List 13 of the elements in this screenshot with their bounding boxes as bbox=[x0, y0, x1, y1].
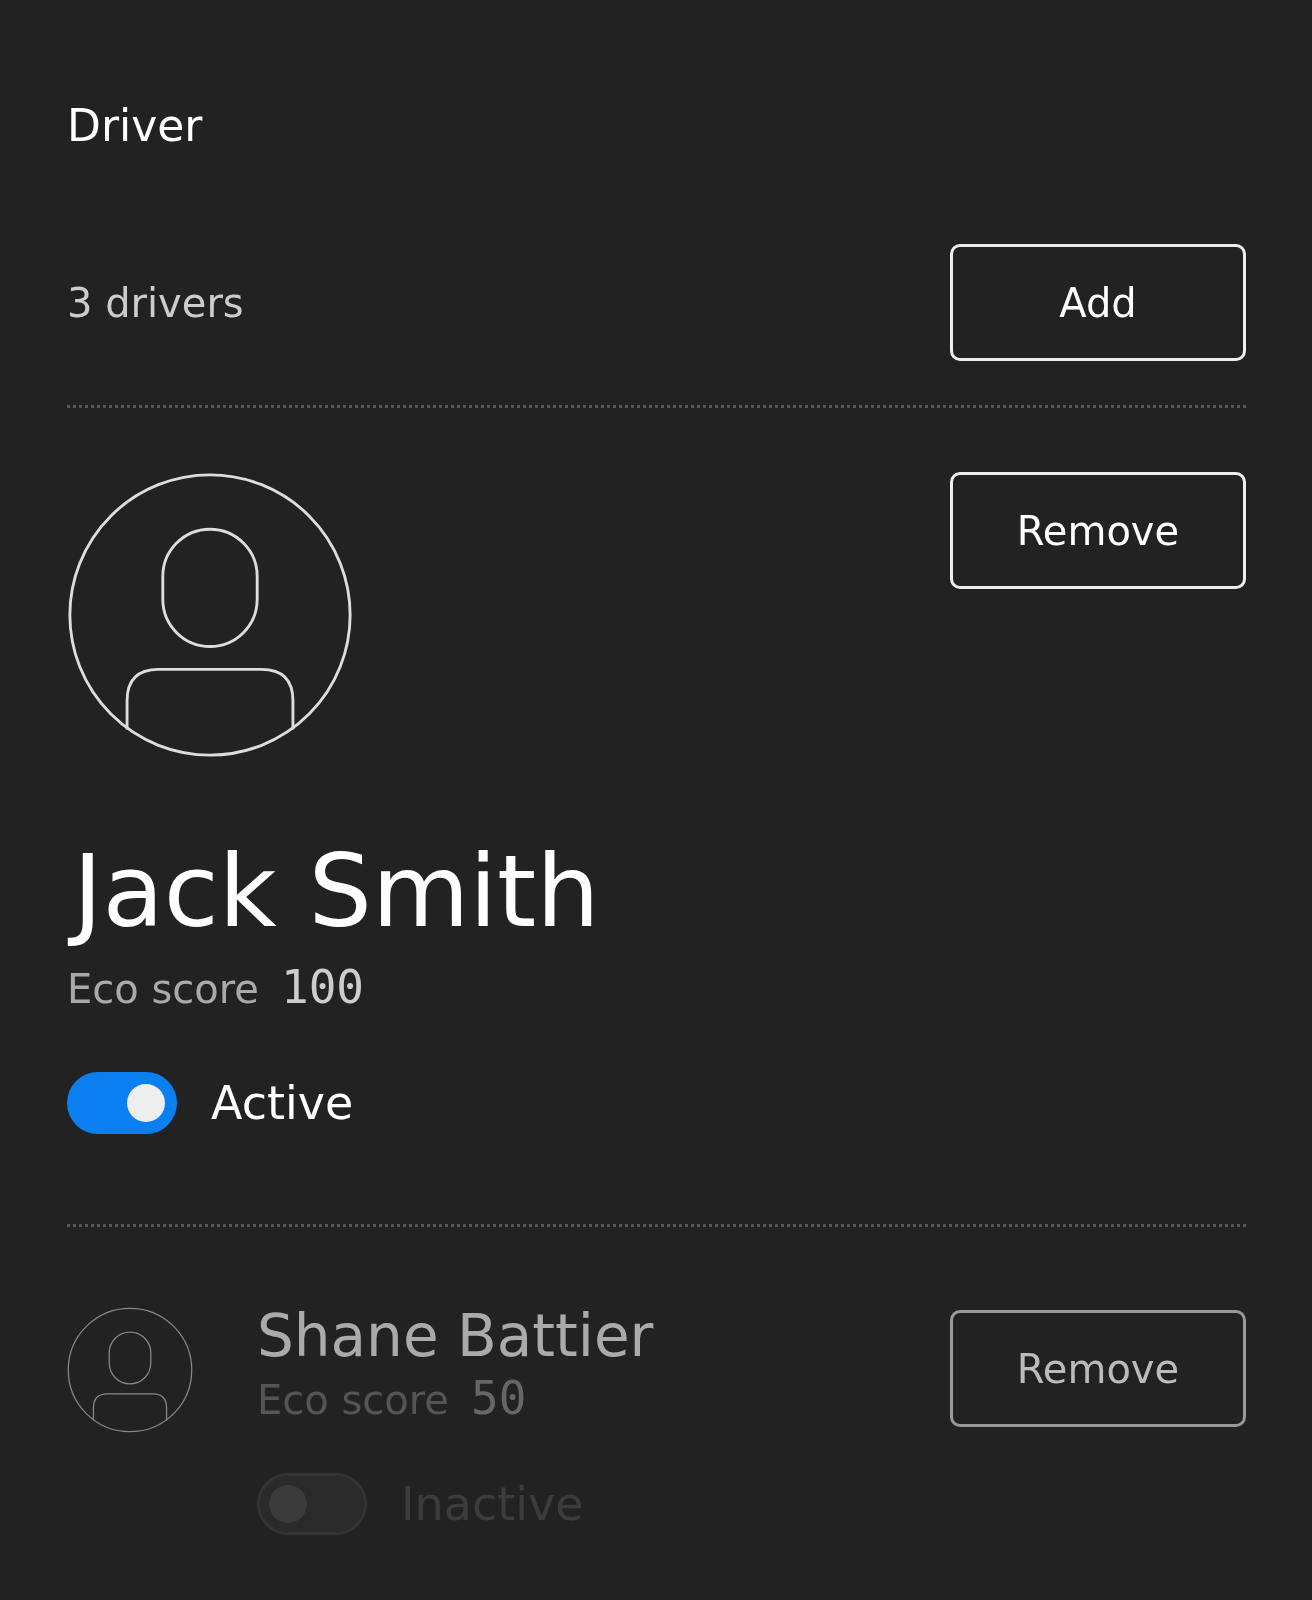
score-value: 100 bbox=[280, 960, 365, 1014]
add-button[interactable]: Add bbox=[950, 244, 1246, 361]
avatar-icon bbox=[67, 1307, 193, 1433]
score-label: Eco score bbox=[67, 966, 259, 1012]
remove-button[interactable]: Remove bbox=[950, 1310, 1246, 1427]
avatar-icon bbox=[67, 472, 353, 758]
driver-name: Jack Smith bbox=[67, 824, 600, 960]
status-label: Active bbox=[211, 1076, 354, 1130]
driver-count: 3 drivers bbox=[67, 279, 244, 326]
page-title: Driver bbox=[67, 99, 204, 153]
driver-name: Shane Battier bbox=[257, 1301, 654, 1371]
remove-button[interactable]: Remove bbox=[950, 472, 1246, 589]
score-value: 50 bbox=[470, 1371, 527, 1425]
